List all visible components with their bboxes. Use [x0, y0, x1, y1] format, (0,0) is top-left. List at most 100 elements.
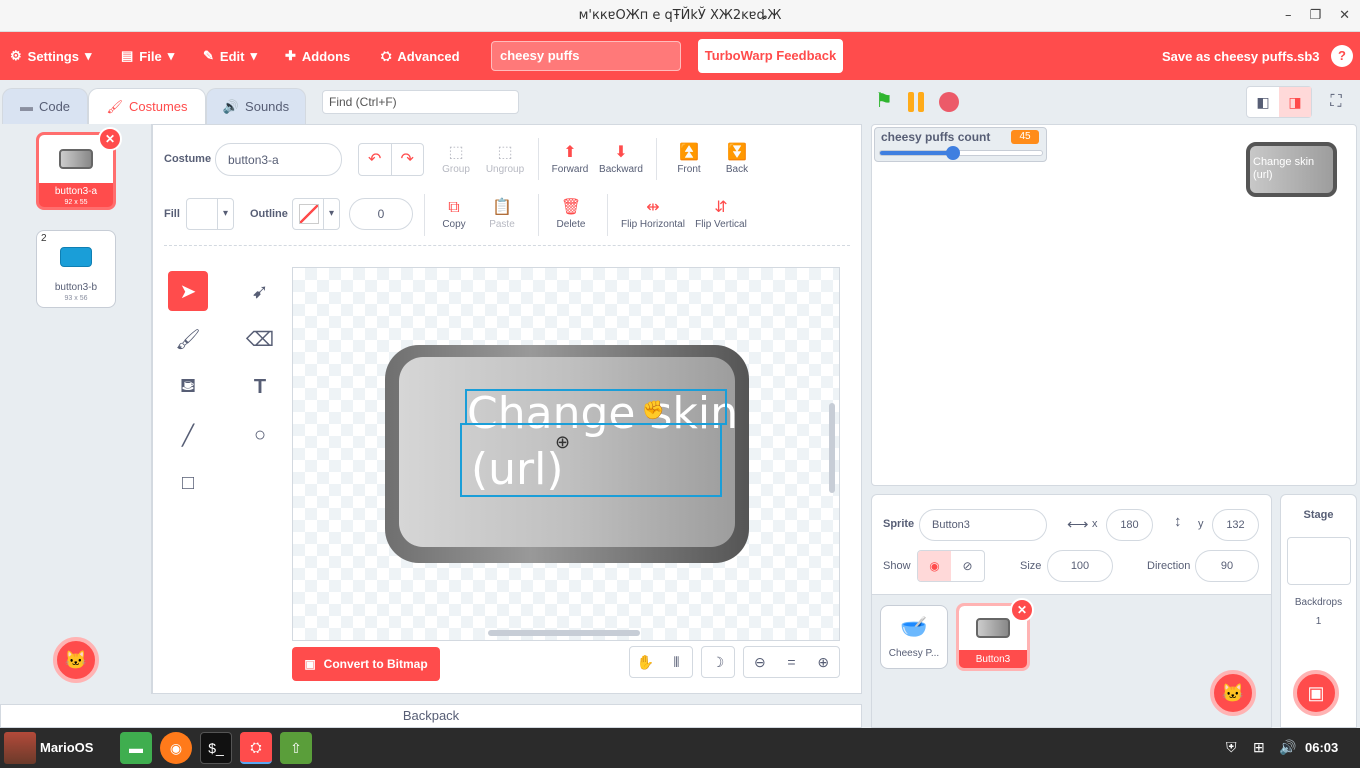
text-icon: T: [253, 375, 267, 398]
tab-code[interactable]: ▬ Code: [2, 88, 88, 124]
feedback-button[interactable]: TurboWarp Feedback: [698, 39, 843, 73]
x-arrows-icon: ⟷: [1067, 516, 1089, 533]
group-button[interactable]: ⬚ Group: [436, 142, 476, 175]
pause-icon[interactable]: [906, 92, 928, 112]
eye-slash-icon[interactable]: ⊘: [951, 551, 984, 581]
select-tool[interactable]: ➤: [168, 271, 208, 311]
settings-menu[interactable]: ⚙ Settings ▾: [10, 32, 91, 80]
front-button[interactable]: ⏫ Front: [669, 142, 709, 175]
stop-icon[interactable]: [939, 92, 959, 112]
sprite-list: 🥣 Cheesy P... Button3: [872, 595, 1271, 727]
update-icon[interactable]: ⇧: [280, 732, 312, 764]
group-icon: ⬚: [448, 144, 464, 161]
advanced-menu[interactable]: ⛭ Advanced: [381, 32, 460, 80]
convert-to-bitmap-button[interactable]: ▣ Convert to Bitmap: [292, 647, 440, 681]
delete-costume-button[interactable]: ✕: [98, 127, 122, 151]
clock[interactable]: 06:03: [1305, 740, 1338, 755]
costume-thumbnail: [51, 237, 101, 277]
network-icon[interactable]: ⊞: [1253, 739, 1265, 756]
small-stage-icon[interactable]: ◧: [1247, 87, 1279, 117]
help-button[interactable]: ?: [1331, 45, 1353, 67]
y-input[interactable]: 132: [1212, 509, 1259, 541]
delete-button[interactable]: 🗑 Delete: [550, 197, 592, 230]
sprite-item-cheesy-puffs[interactable]: 🥣 Cheesy P...: [880, 605, 948, 669]
x-input[interactable]: 180: [1106, 509, 1153, 541]
fullscreen-icon[interactable]: ⛶: [1322, 88, 1350, 116]
firefox-icon[interactable]: ◉: [160, 732, 192, 764]
zoom-out-icon[interactable]: ⊖: [744, 654, 776, 671]
redo-icon[interactable]: ↷: [392, 144, 424, 175]
costume-name-input[interactable]: button3-a: [215, 143, 342, 176]
sprite-name-input[interactable]: Button3: [919, 509, 1047, 541]
zoom-in-icon[interactable]: ⊕: [807, 654, 839, 671]
folder-icon[interactable]: ▬: [120, 732, 152, 764]
sprite-info: Sprite Button3 ⟷ x 180 ↕ y 132 Show ◉ ⊘ …: [872, 495, 1271, 595]
shield-icon[interactable]: ⛨: [1226, 739, 1237, 756]
outline-color-picker[interactable]: ▾: [292, 198, 340, 230]
volume-icon[interactable]: 🔊: [1279, 739, 1296, 756]
ungroup-button[interactable]: ⬚ Ungroup: [482, 142, 528, 175]
paste-button[interactable]: 📋 Paste: [482, 197, 522, 230]
theme-toggle[interactable]: ☽: [701, 646, 735, 678]
monitor-slider[interactable]: [879, 146, 1043, 160]
back-button[interactable]: ⏬ Back: [717, 142, 757, 175]
circle-tool[interactable]: ○: [240, 415, 280, 455]
tab-costumes[interactable]: 🖌 Costumes: [88, 88, 206, 124]
project-title-input[interactable]: cheesy puffs: [491, 41, 681, 71]
find-input[interactable]: Find (Ctrl+F): [322, 90, 519, 114]
addons-menu[interactable]: ✚ Addons: [285, 32, 350, 80]
minimize-button[interactable]: –: [1285, 0, 1292, 32]
horizontal-scrollbar[interactable]: [488, 630, 640, 636]
fill-tool[interactable]: ⛾: [168, 367, 208, 407]
copy-button[interactable]: ⧉ Copy: [434, 197, 474, 230]
file-menu[interactable]: ▤ File ▾: [121, 32, 174, 80]
direction-input[interactable]: 90: [1195, 550, 1259, 582]
eraser-tool[interactable]: ⌫: [240, 319, 280, 359]
normal-stage-icon[interactable]: ◨: [1279, 87, 1311, 117]
paint-canvas[interactable]: Change skin (url) ⊕ ✊: [292, 267, 840, 641]
hand-icon[interactable]: ✋: [630, 654, 661, 671]
forward-button[interactable]: ⬆ Forward: [548, 142, 592, 175]
backward-button[interactable]: ⬇ Backward: [597, 142, 645, 175]
outline-width-input[interactable]: 0: [349, 198, 413, 230]
green-flag-icon[interactable]: ⚑: [875, 88, 893, 118]
restore-button[interactable]: ❐: [1309, 0, 1321, 32]
trash-icon: 🗑: [560, 199, 582, 216]
close-button[interactable]: ✕: [1339, 0, 1350, 32]
text-tool[interactable]: T: [240, 367, 280, 407]
window-title: м'ккɐОЖп е qŦЙkЎ XЖ2ĸɐȡЖ: [578, 8, 782, 23]
fill-color-picker[interactable]: ▾: [186, 198, 234, 230]
rectangle-tool[interactable]: □: [168, 463, 208, 503]
tab-sounds[interactable]: 🔊 Sounds: [206, 88, 306, 124]
stage-thumbnail[interactable]: [1286, 537, 1351, 585]
os-name[interactable]: MarioOS: [40, 740, 93, 755]
os-logo-icon[interactable]: [4, 732, 36, 764]
reshape-tool[interactable]: ➹: [240, 271, 280, 311]
size-input[interactable]: 100: [1047, 550, 1113, 582]
save-button[interactable]: Save as cheesy puffs.sb3: [1162, 32, 1320, 80]
slider-knob[interactable]: [945, 146, 960, 160]
edit-menu[interactable]: ✎ Edit ▾: [203, 32, 257, 80]
brush-tool[interactable]: 🖌: [168, 319, 208, 359]
paste-icon: 📋: [492, 199, 512, 216]
stage-sprite-button[interactable]: Change skin (url): [1246, 142, 1337, 197]
add-backdrop-button[interactable]: ▣: [1293, 670, 1339, 716]
vertical-scrollbar[interactable]: [829, 403, 835, 493]
flip-horizontal-button[interactable]: ⇹ Flip Horizontal: [618, 197, 688, 230]
flip-horizontal-label: Flip Horizontal: [621, 219, 685, 230]
line-tool[interactable]: ╱: [168, 415, 208, 455]
terminal-icon[interactable]: $_: [200, 732, 232, 764]
zoom-reset-button[interactable]: =: [776, 654, 808, 670]
add-sprite-button[interactable]: 🐱: [1210, 670, 1256, 716]
move-crosshair-icon[interactable]: ⊕: [555, 432, 570, 453]
undo-icon[interactable]: ↶: [359, 144, 392, 175]
flip-vertical-button[interactable]: ⇵ Flip Vertical: [692, 197, 750, 230]
costume-item-2[interactable]: 2 button3-b 93 x 56: [36, 230, 116, 308]
backpack[interactable]: Backpack: [0, 704, 862, 728]
backward-label: Backward: [599, 164, 643, 175]
delete-sprite-button[interactable]: ✕: [1010, 598, 1034, 622]
bars-icon[interactable]: ⦀: [661, 654, 692, 671]
eye-icon[interactable]: ◉: [918, 551, 951, 581]
turbowarp-icon[interactable]: ⛭: [240, 732, 272, 764]
add-costume-button[interactable]: 🐱: [53, 637, 99, 683]
